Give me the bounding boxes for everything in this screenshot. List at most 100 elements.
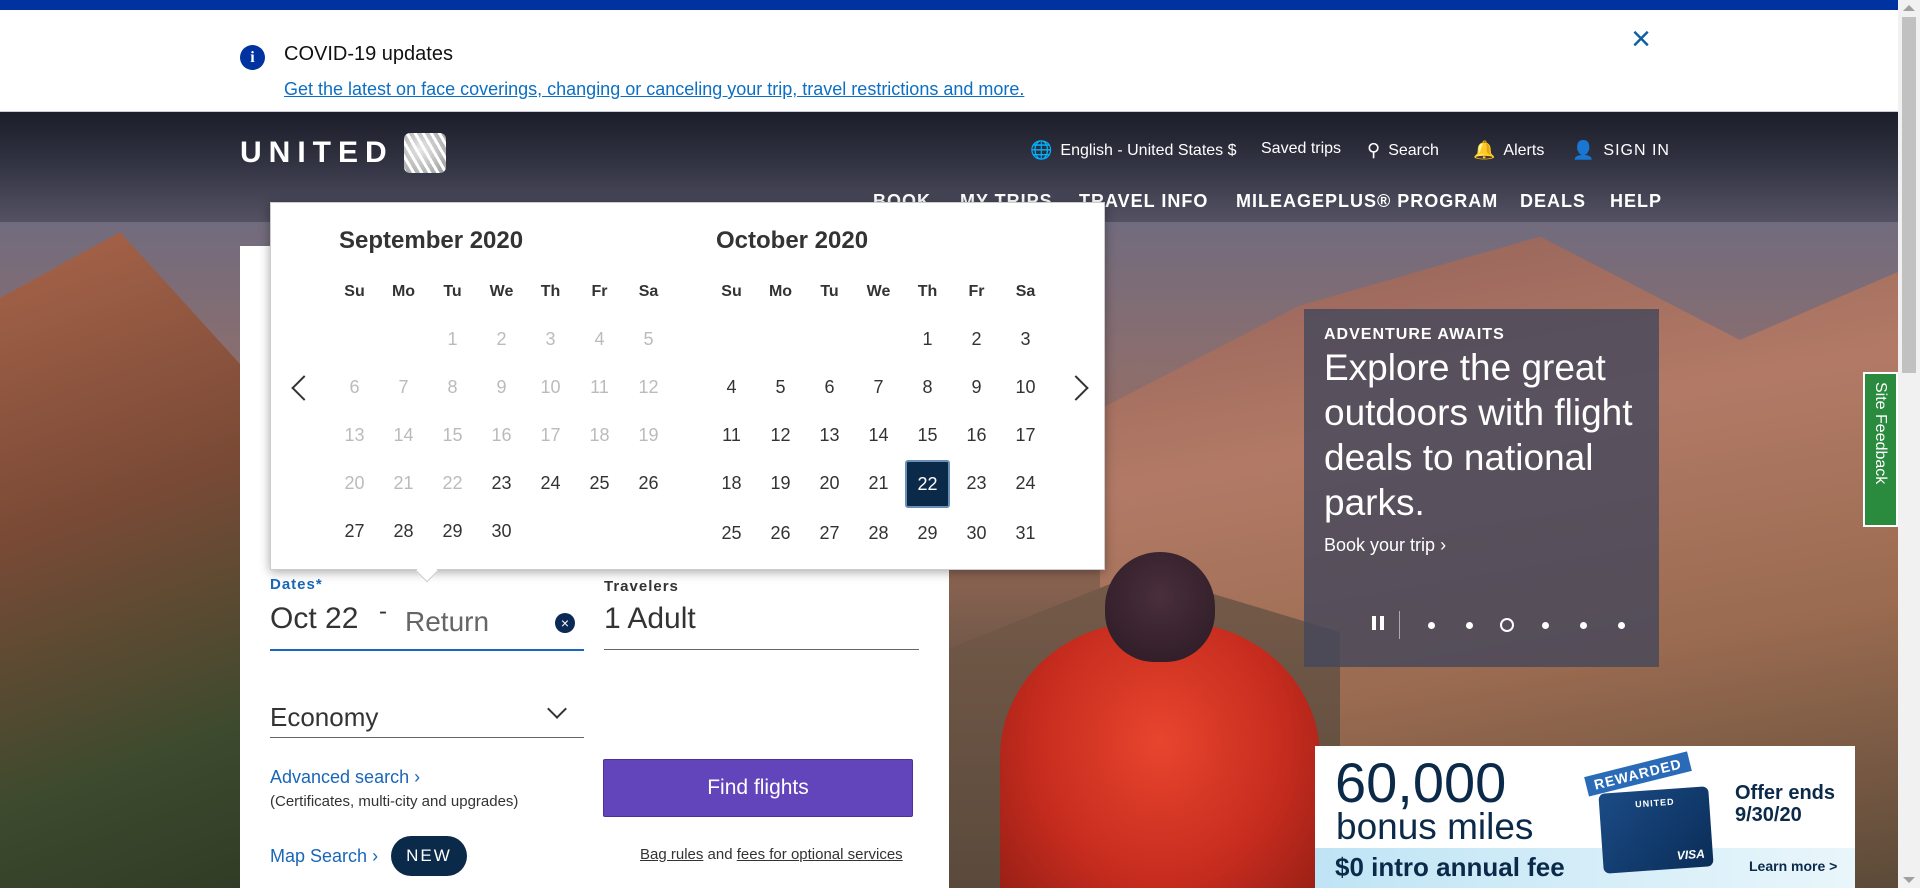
top-brand-bar: [0, 0, 1898, 10]
book-your-trip-link[interactable]: Book your trip ›: [1324, 535, 1446, 556]
site-feedback-tab[interactable]: Site Feedback: [1863, 372, 1898, 527]
selected-day[interactable]: 22: [905, 460, 950, 508]
calendar-day: 5: [643, 329, 654, 349]
empty-day-cell: [756, 315, 805, 363]
credit-card-ad[interactable]: 60,000 bonus miles $0 intro annual fee U…: [1315, 746, 1855, 888]
calendar-day: 9: [496, 377, 507, 397]
calendar-day[interactable]: 16: [952, 411, 1001, 459]
calendar-day[interactable]: 26: [624, 459, 673, 507]
calendar-day[interactable]: 13: [805, 411, 854, 459]
calendar-day[interactable]: 27: [330, 507, 379, 555]
next-month-icon[interactable]: [1063, 375, 1089, 401]
offer-ends-line1: Offer ends: [1735, 782, 1836, 804]
scroll-down-icon[interactable]: [1903, 877, 1915, 883]
calendar-day[interactable]: 26: [756, 509, 805, 557]
find-flights-button[interactable]: Find flights: [603, 759, 913, 817]
weekday-header: Su: [721, 283, 742, 300]
optional-fees-link[interactable]: fees for optional services: [737, 846, 903, 863]
calendar-day: 12: [638, 377, 659, 397]
calendar-day[interactable]: 31: [1001, 509, 1050, 557]
calendar-day[interactable]: 28: [379, 507, 428, 555]
weekday-header: We: [489, 283, 514, 300]
calendar-day[interactable]: 4: [707, 363, 756, 411]
calendar-day[interactable]: 11: [707, 411, 756, 459]
calendar-day[interactable]: 23: [477, 459, 526, 507]
calendar-day[interactable]: 25: [575, 459, 624, 507]
calendar-day: 6: [349, 377, 360, 397]
calendar-day[interactable]: 29: [428, 507, 477, 555]
calendar-day[interactable]: 28: [854, 509, 903, 557]
site-feedback-label: Site Feedback: [1872, 382, 1889, 485]
alerts-link[interactable]: 🔔 Alerts: [1473, 140, 1544, 161]
return-date-input[interactable]: Return: [405, 606, 489, 638]
calendar-day[interactable]: 12: [756, 411, 805, 459]
calendar-day[interactable]: 21: [854, 459, 903, 507]
cabin-select[interactable]: Economy: [270, 702, 378, 733]
weekday-header: We: [866, 283, 891, 300]
sign-in-link[interactable]: 👤 SIGN IN: [1572, 140, 1670, 161]
alert-link[interactable]: Get the latest on face coverings, changi…: [284, 79, 1024, 100]
calendar-day[interactable]: 5: [756, 363, 805, 411]
calendar-day[interactable]: 2: [952, 315, 1001, 363]
clear-dates-icon[interactable]: ×: [555, 613, 575, 633]
calendar-day[interactable]: 24: [526, 459, 575, 507]
calendar-day[interactable]: 7: [854, 363, 903, 411]
saved-trips-link[interactable]: Saved trips: [1261, 140, 1341, 158]
calendar-day[interactable]: 30: [477, 507, 526, 555]
calendar-day[interactable]: 9: [952, 363, 1001, 411]
calendar-day[interactable]: 23: [952, 459, 1001, 507]
calendar-day[interactable]: 27: [805, 509, 854, 557]
search-link[interactable]: ⚲ Search: [1367, 140, 1439, 161]
calendar-day[interactable]: 30: [952, 509, 1001, 557]
calendar-day[interactable]: 25: [707, 509, 756, 557]
promo-eyebrow: ADVENTURE AWAITS: [1324, 326, 1505, 343]
scroll-up-icon[interactable]: [1903, 5, 1915, 11]
calendar-day[interactable]: 24: [1001, 459, 1050, 507]
map-search-link[interactable]: Map Search ›: [270, 846, 378, 867]
scrollbar-thumb[interactable]: [1902, 17, 1916, 373]
calendar-day[interactable]: 29: [903, 509, 952, 557]
calendar-day[interactable]: 10: [1001, 363, 1050, 411]
calendar-day: 17: [540, 425, 561, 445]
pause-icon[interactable]: [1369, 616, 1387, 634]
scrollbar[interactable]: [1898, 0, 1920, 888]
weekday-header: Th: [540, 283, 561, 300]
nav-deals[interactable]: DEALS: [1520, 191, 1586, 212]
carousel-dot[interactable]: [1564, 621, 1602, 629]
carousel-dot[interactable]: [1526, 621, 1564, 629]
search-label: Search: [1388, 141, 1439, 159]
close-icon[interactable]: ×: [1626, 22, 1656, 56]
advanced-search-link[interactable]: Advanced search ›: [270, 767, 420, 788]
calendar-day[interactable]: 20: [805, 459, 854, 507]
calendar-day[interactable]: 3: [1001, 315, 1050, 363]
previous-month-icon[interactable]: [291, 375, 317, 401]
depart-date-input[interactable]: Oct 22: [270, 602, 358, 636]
carousel-dot[interactable]: [1488, 618, 1526, 632]
weekday-header: Mo: [768, 283, 793, 300]
calendar-day[interactable]: 19: [756, 459, 805, 507]
calendar-day: 21: [393, 473, 414, 493]
calendar-day[interactable]: 18: [707, 459, 756, 507]
carousel-dot[interactable]: [1602, 621, 1640, 629]
learn-more-link[interactable]: Learn more >: [1749, 858, 1837, 874]
bag-rules-link[interactable]: Bag rules: [640, 846, 703, 863]
visa-logo: VISA: [1676, 846, 1706, 863]
nav-help[interactable]: HELP: [1610, 191, 1662, 212]
language-selector[interactable]: 🌐 English - United States $: [1030, 140, 1237, 161]
travelers-input[interactable]: 1 Adult: [604, 602, 696, 636]
calendar-day[interactable]: 15: [903, 411, 952, 459]
and-text: and: [707, 846, 733, 863]
nav-mileageplus[interactable]: MILEAGEPLUS® PROGRAM: [1236, 191, 1498, 212]
calendar-day[interactable]: 1: [903, 315, 952, 363]
calendar-day: 10: [540, 377, 561, 397]
calendar-day[interactable]: 6: [805, 363, 854, 411]
calendar-day[interactable]: 14: [854, 411, 903, 459]
united-logo[interactable]: UNITED: [240, 132, 446, 174]
calendar-grid-september: Su Mo Tu We Th Fr Sa 1 2 3 4 5 6 7 8 9 10 11 12 13 14 15 16 17 1…: [330, 283, 673, 555]
carousel-dot[interactable]: [1412, 621, 1450, 629]
month-title-september: September 2020: [339, 227, 524, 254]
carousel-dot[interactable]: [1450, 621, 1488, 629]
calendar-day[interactable]: 17: [1001, 411, 1050, 459]
calendar-day: 18: [589, 425, 610, 445]
calendar-day[interactable]: 8: [903, 363, 952, 411]
